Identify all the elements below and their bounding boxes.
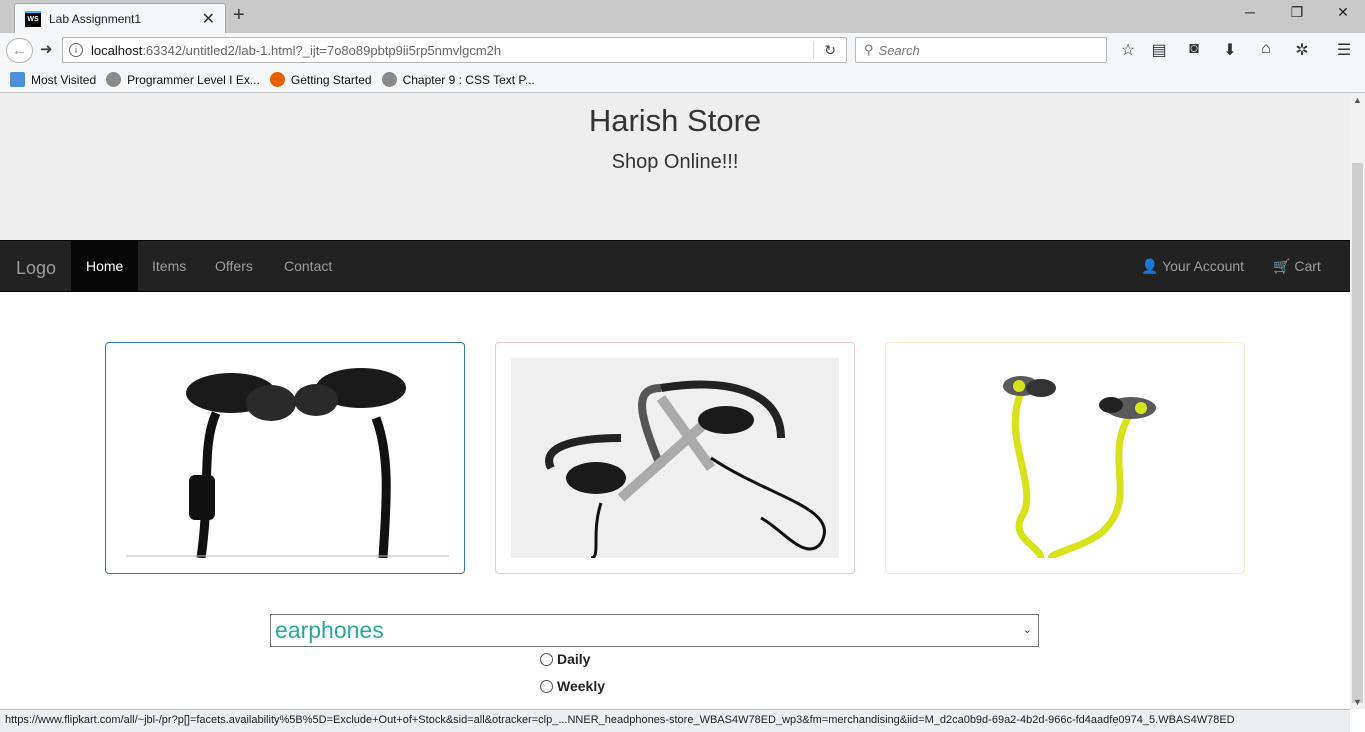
bookmark-css-chapter[interactable]: Chapter 9 : CSS Text P... — [381, 72, 535, 87]
bookmark-most-visited[interactable]: Most Visited — [10, 72, 96, 87]
vertical-scrollbar[interactable]: ▲ ▼ — [1350, 93, 1365, 709]
restore-icon[interactable]: ❐ — [1282, 4, 1312, 21]
search-input[interactable]: ⚲ Search — [855, 37, 1107, 63]
reload-icon[interactable]: ↻ — [824, 42, 836, 59]
bookmark-star-icon[interactable]: ☆ — [1117, 40, 1139, 60]
store-header: Harish Store Shop Online!!! — [0, 93, 1350, 240]
earhook-headphones-image[interactable] — [511, 358, 839, 558]
scroll-up-icon[interactable]: ▲ — [1353, 95, 1362, 105]
most-visited-icon — [10, 72, 25, 87]
chevron-down-icon: ⌄ — [1022, 624, 1032, 636]
product-panel-yellow-earphones[interactable] — [885, 342, 1245, 574]
cart-icon: 🛒 — [1273, 258, 1291, 274]
url-host: localhost — [91, 42, 143, 58]
url-path: :63342/untitled2/lab-1.html?_ijt=7o8o89p… — [142, 42, 502, 58]
tab-title: Lab Assignment1 — [49, 11, 142, 26]
search-placeholder: Search — [878, 42, 920, 58]
store-tagline: Shop Online!!! — [611, 151, 739, 173]
new-tab-icon[interactable]: + — [233, 4, 245, 27]
radio-weekly[interactable]: Weekly — [540, 678, 605, 694]
radio-daily[interactable]: Daily — [540, 651, 590, 667]
browser-toolbar: ← ➜ i localhost:63342/untitled2/lab-1.ht… — [0, 33, 1365, 67]
user-icon: 👤 — [1141, 258, 1159, 274]
close-tab-icon[interactable]: ✕ — [202, 9, 215, 29]
menu-icon[interactable]: ☰ — [1333, 40, 1355, 60]
browser-tab-bar: WS Lab Assignment1 ✕ + ─ ❐ ✕ — [0, 0, 1365, 33]
forward-icon[interactable]: ➜ — [40, 40, 53, 58]
extension-icon[interactable]: ✲ — [1291, 40, 1313, 60]
black-earphones-image[interactable] — [121, 358, 449, 558]
pocket-icon[interactable]: ◙ — [1183, 40, 1205, 58]
radio-weekly-input[interactable] — [540, 679, 553, 693]
logo-link[interactable]: Logo — [16, 258, 56, 279]
globe-icon — [381, 72, 397, 87]
radio-daily-label: Daily — [557, 651, 591, 667]
firefox-icon — [269, 72, 285, 87]
home-icon[interactable]: ⌂ — [1255, 40, 1277, 58]
reading-list-icon[interactable]: ▤ — [1148, 40, 1170, 60]
product-panel-black-earphones[interactable] — [105, 342, 465, 574]
page-viewport: Harish Store Shop Online!!! Logo Home It… — [0, 93, 1350, 709]
nav-cart[interactable]: 🛒 Cart — [1258, 241, 1336, 291]
nav-items[interactable]: Items — [137, 241, 201, 291]
site-navbar: Logo Home Items Offers Contact 👤 Your Ac… — [0, 240, 1350, 292]
nav-contact[interactable]: Contact — [269, 241, 347, 291]
search-icon: ⚲ — [864, 42, 874, 57]
scroll-down-icon[interactable]: ▼ — [1353, 697, 1362, 707]
minimize-icon[interactable]: ─ — [1235, 4, 1265, 20]
store-title: Harish Store — [588, 103, 762, 138]
nav-home[interactable]: Home — [71, 241, 139, 291]
info-icon[interactable]: i — [69, 43, 83, 57]
category-select[interactable]: earphones ⌄ — [270, 614, 1039, 647]
radio-daily-input[interactable] — [540, 652, 553, 666]
close-window-icon[interactable]: ✕ — [1328, 4, 1358, 21]
webstorm-icon: WS — [25, 10, 41, 27]
product-panel-earhook-headphones[interactable] — [495, 342, 855, 574]
bookmarks-bar: Most Visited Programmer Level I Ex... Ge… — [0, 67, 1365, 93]
nav-offers[interactable]: Offers — [200, 241, 268, 291]
url-bar[interactable]: i localhost:63342/untitled2/lab-1.html?_… — [62, 37, 847, 63]
scroll-thumb[interactable] — [1352, 163, 1363, 703]
status-bar-url: https://www.flipkart.com/all/~jbl-/pr?p[… — [0, 709, 1350, 732]
bookmark-getting-started[interactable]: Getting Started — [269, 72, 372, 87]
back-icon[interactable]: ← — [6, 38, 33, 63]
category-select-value: earphones — [275, 617, 384, 643]
bookmark-programmer-level[interactable]: Programmer Level I Ex... — [106, 72, 260, 87]
globe-icon — [106, 72, 122, 87]
yellow-earphones-image[interactable] — [901, 358, 1229, 558]
radio-weekly-label: Weekly — [557, 678, 605, 694]
browser-tab[interactable]: WS Lab Assignment1 ✕ — [14, 3, 226, 33]
download-icon[interactable]: ⬇ — [1219, 40, 1241, 60]
nav-your-account[interactable]: 👤 Your Account — [1126, 241, 1259, 291]
